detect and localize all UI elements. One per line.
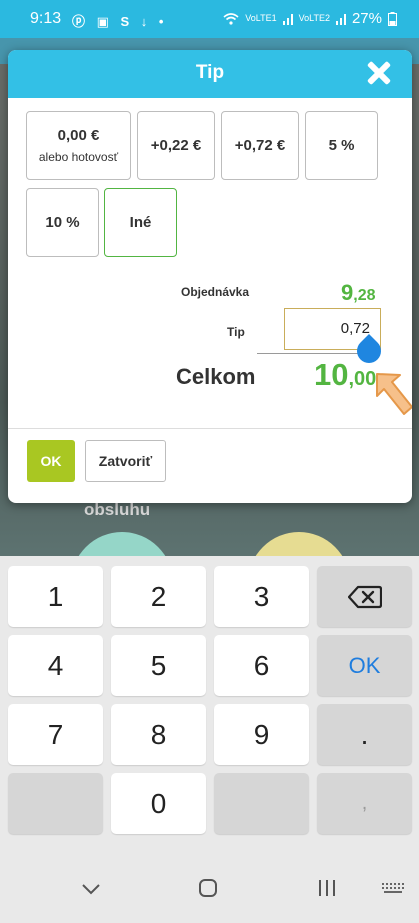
tip-option-label: +0,22 € — [150, 137, 202, 154]
tip-option-label: Iné — [129, 214, 152, 231]
keyboard-ok-key[interactable]: OK — [317, 635, 412, 696]
tip-option-zero[interactable]: 0,00 € alebo hotovosť — [26, 111, 131, 180]
tip-option-10-percent[interactable]: 10 % — [26, 188, 99, 257]
tip-option-022[interactable]: +0,22 € — [137, 111, 215, 180]
signal-icon-2 — [335, 13, 346, 25]
key-1[interactable]: 1 — [8, 566, 103, 627]
key-7[interactable]: 7 — [8, 704, 103, 765]
close-icon[interactable] — [366, 60, 392, 86]
status-bar: 9:13 ⓟ ▣ S ↓ • VoLTE1 VoLTE2 27% — [0, 0, 419, 38]
tip-option-label: 5 % — [328, 137, 355, 154]
close-button[interactable]: Zatvoriť — [85, 440, 166, 482]
keyboard-icon[interactable] — [381, 877, 405, 899]
tip-option-072[interactable]: +0,72 € — [221, 111, 299, 180]
dialog-title: Tip — [195, 62, 225, 83]
order-value-int: 9 — [341, 280, 354, 305]
key-5[interactable]: 5 — [111, 635, 206, 696]
total-label: Celkom — [176, 364, 256, 389]
status-time: 9:13 — [30, 10, 62, 27]
key-8[interactable]: 8 — [111, 704, 206, 765]
tip-option-label: +0,72 € — [234, 137, 286, 154]
backspace-key[interactable] — [317, 566, 412, 627]
tip-option-label: 10 % — [45, 214, 80, 231]
key-blank-left — [8, 773, 103, 834]
battery-percent: 27% — [351, 10, 382, 27]
key-9[interactable]: 9 — [214, 704, 309, 765]
key-3[interactable]: 3 — [214, 566, 309, 627]
order-label: Objednávka — [181, 285, 250, 299]
order-value: 9,28 — [341, 280, 376, 306]
order-value-dec: ,28 — [353, 287, 376, 304]
background-text: obsluhu — [84, 500, 151, 519]
wifi-icon — [223, 13, 239, 25]
tip-option-label: 0,00 € — [57, 127, 100, 144]
ok-button[interactable]: OK — [27, 440, 75, 482]
status-right: VoLTE1 VoLTE2 27% — [223, 10, 397, 27]
dialog-header: Tip — [8, 50, 412, 98]
network-label-2: VoLTE2 — [298, 13, 330, 23]
dialog-divider — [8, 428, 412, 429]
recent-apps-icon[interactable] — [316, 877, 338, 899]
pointer-arrow-icon — [376, 373, 412, 415]
key-6[interactable]: 6 — [214, 635, 309, 696]
tip-dialog: Tip 0,00 € alebo hotovosť +0,22 € +0,72 … — [8, 50, 412, 503]
key-2[interactable]: 2 — [111, 566, 206, 627]
chevron-down-icon[interactable] — [80, 877, 102, 899]
key-4[interactable]: 4 — [8, 635, 103, 696]
network-label-1: VoLTE1 — [245, 13, 277, 23]
home-icon[interactable] — [197, 877, 219, 899]
signal-icon — [282, 13, 293, 25]
key-comma[interactable]: , — [317, 773, 412, 834]
tip-label: Tip — [227, 325, 245, 339]
battery-icon — [388, 11, 397, 26]
notification-icons: ⓟ ▣ S ↓ • — [72, 14, 168, 29]
tip-option-5-percent[interactable]: 5 % — [305, 111, 378, 180]
key-blank-right — [214, 773, 309, 834]
tip-option-other[interactable]: Iné — [104, 188, 177, 257]
key-dot[interactable]: . — [317, 704, 412, 765]
tip-option-sub: alebo hotovosť — [38, 150, 119, 164]
total-value-int: 10 — [314, 357, 349, 392]
backspace-icon — [347, 585, 382, 608]
navigation-bar — [0, 859, 419, 923]
numeric-keyboard: 1 2 3 4 5 6 OK 7 8 9 . 0 , — [0, 556, 419, 859]
key-0[interactable]: 0 — [111, 773, 206, 834]
